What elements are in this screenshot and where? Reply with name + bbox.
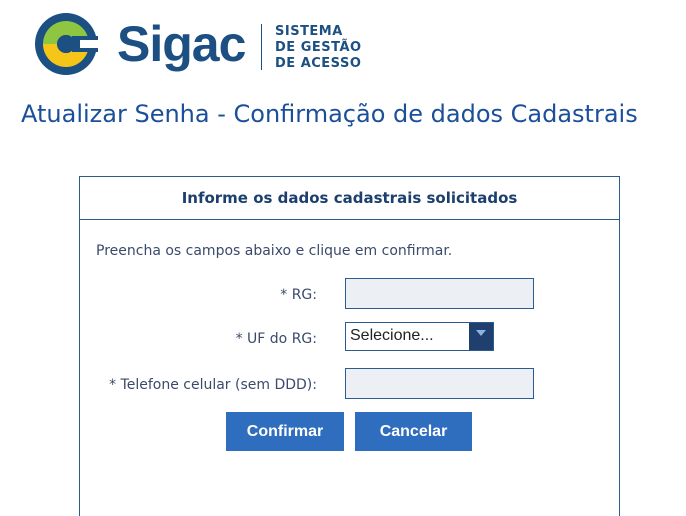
telefone-input[interactable] (345, 368, 534, 399)
uf-rg-select[interactable]: Selecione... (345, 322, 494, 351)
rg-input[interactable] (345, 278, 534, 309)
form-panel: Informe os dados cadastrais solicitados … (79, 176, 620, 516)
brand-subtitle-line: SISTEMA (275, 24, 343, 39)
uf-rg-dropdown-button[interactable] (469, 323, 493, 350)
brand-subtitle-line: DE GESTÃO (275, 40, 362, 55)
sigac-logo-icon (35, 13, 98, 75)
form-instructions: Preencha os campos abaixo e clique em co… (96, 243, 453, 259)
brand-divider (261, 24, 262, 70)
telefone-label: * Telefone celular (sem DDD): (109, 377, 317, 393)
brand-subtitle: SISTEMA DE GESTÃO DE ACESSO (275, 24, 362, 72)
uf-rg-selected-value: Selecione... (350, 327, 434, 344)
cancel-button[interactable]: Cancelar (355, 412, 472, 451)
form-panel-header: Informe os dados cadastrais solicitados (80, 177, 619, 220)
uf-rg-label: * UF do RG: (235, 331, 317, 347)
rg-label: * RG: (280, 287, 317, 303)
brand-subtitle-line: DE ACESSO (275, 56, 362, 71)
confirm-button[interactable]: Confirmar (226, 412, 344, 451)
brand-name: Sigac (117, 16, 246, 72)
page-title: Atualizar Senha - Confirmação de dados C… (21, 100, 638, 128)
chevron-down-icon (476, 330, 486, 336)
